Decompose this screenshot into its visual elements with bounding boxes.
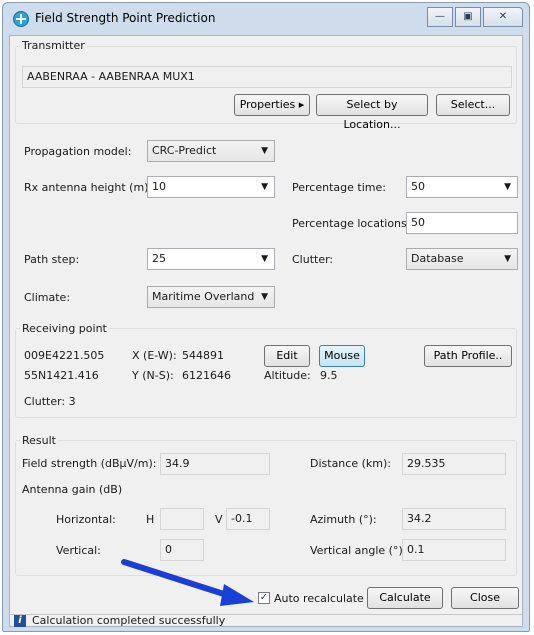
close-button[interactable]: Close <box>451 587 519 609</box>
status-bar: i Calculation completed successfully <box>10 614 522 629</box>
properties-button[interactable]: Properties ▸ <box>234 94 310 116</box>
chevron-down-icon: ▼ <box>261 254 268 264</box>
field-strength-value: 34.9 <box>160 453 270 475</box>
climate-value: Maritime Overland <box>152 290 255 303</box>
chevron-down-icon: ▼ <box>504 182 511 192</box>
longitude-text: 009E4221.505 <box>24 349 105 362</box>
altitude-label: Altitude: <box>264 369 311 382</box>
chevron-down-icon: ▼ <box>261 182 268 192</box>
app-globe-icon <box>13 11 29 27</box>
x-coordinate-label: X (E-W): <box>132 349 177 362</box>
chevron-down-icon: ▼ <box>504 254 511 264</box>
path-step-value: 25 <box>152 252 166 265</box>
azimuth-value: 34.2 <box>402 508 506 530</box>
mouse-button[interactable]: Mouse <box>319 345 365 367</box>
distance-label: Distance (km): <box>310 457 391 470</box>
title-bar[interactable]: Field Strength Point Prediction — ▣ ✕ <box>3 3 529 35</box>
vertical-angle-value: 0.1 <box>402 539 506 561</box>
select-button[interactable]: Select... <box>436 94 510 116</box>
y-coordinate-label: Y (N-S): <box>132 369 174 382</box>
result-group-label: Result <box>20 434 58 447</box>
field-strength-label: Field strength (dBµV/m): <box>22 457 157 470</box>
auto-recalculate-label: Auto recalculate <box>274 592 364 605</box>
calculate-button[interactable]: Calculate <box>367 587 443 609</box>
x-coordinate-value: 544891 <box>182 349 224 362</box>
percentage-locations-input[interactable]: 50 <box>406 212 518 234</box>
vertical-angle-label: Vertical angle (°): <box>310 544 407 557</box>
propagation-model-select[interactable]: CRC-Predict ▼ <box>147 140 275 162</box>
horizontal-v-value: -0.1 <box>226 508 270 530</box>
rx-height-value: 10 <box>152 180 166 193</box>
info-icon: i <box>14 615 26 627</box>
azimuth-label: Azimuth (°): <box>310 513 377 526</box>
dialog-content: Transmitter AABENRAA - AABENRAA MUX1 Pro… <box>9 35 523 627</box>
climate-label: Climate: <box>24 291 71 304</box>
minimize-button[interactable]: — <box>427 7 453 27</box>
horizontal-h-label: H <box>146 513 155 526</box>
percentage-time-label: Percentage time: <box>292 181 386 194</box>
annotation-arrow-icon <box>121 559 254 606</box>
dialog-window: Field Strength Point Prediction — ▣ ✕ Tr… <box>2 2 530 632</box>
y-coordinate-value: 6121646 <box>182 369 231 382</box>
percentage-time-select[interactable]: 50 ▼ <box>406 176 518 198</box>
rx-height-label: Rx antenna height (m): <box>24 181 153 194</box>
latitude-text: 55N1421.416 <box>24 369 99 382</box>
clutter-label: Clutter: <box>292 253 334 266</box>
horizontal-v-label: V <box>215 513 223 526</box>
horizontal-label: Horizontal: <box>56 513 116 526</box>
receiving-clutter-text: Clutter: 3 <box>24 395 76 408</box>
transmitter-group-label: Transmitter <box>20 39 87 52</box>
chevron-down-icon: ▼ <box>261 292 268 302</box>
status-text: Calculation completed successfully <box>32 614 226 627</box>
maximize-button[interactable]: ▣ <box>455 7 481 27</box>
horizontal-h-value <box>160 508 204 530</box>
edit-button[interactable]: Edit <box>264 345 310 367</box>
propagation-model-label: Propagation model: <box>24 145 132 158</box>
auto-recalculate-checkbox[interactable]: ✓ <box>258 592 270 604</box>
altitude-value: 9.5 <box>320 369 338 382</box>
close-window-button[interactable]: ✕ <box>483 7 523 27</box>
propagation-model-value: CRC-Predict <box>152 144 217 157</box>
vertical-label: Vertical: <box>56 544 101 557</box>
chevron-down-icon: ▼ <box>261 146 268 156</box>
climate-select[interactable]: Maritime Overland ▼ <box>147 286 275 308</box>
window-title: Field Strength Point Prediction <box>35 11 216 25</box>
path-step-select[interactable]: 25 ▼ <box>147 248 275 270</box>
path-step-label: Path step: <box>24 253 80 266</box>
receiving-point-group-label: Receiving point <box>20 322 109 335</box>
clutter-value: Database <box>411 252 464 265</box>
path-profile-button[interactable]: Path Profile.. <box>424 345 512 367</box>
antenna-gain-label: Antenna gain (dB) <box>22 483 123 496</box>
clutter-select[interactable]: Database ▼ <box>406 248 518 270</box>
select-by-location-button[interactable]: Select by Location... <box>316 94 428 131</box>
rx-height-select[interactable]: 10 ▼ <box>147 176 275 198</box>
transmitter-name-field: AABENRAA - AABENRAA MUX1 <box>22 66 512 88</box>
percentage-time-value: 50 <box>411 180 425 193</box>
percentage-locations-label: Percentage locations: <box>292 217 411 230</box>
distance-value: 29.535 <box>402 453 506 475</box>
